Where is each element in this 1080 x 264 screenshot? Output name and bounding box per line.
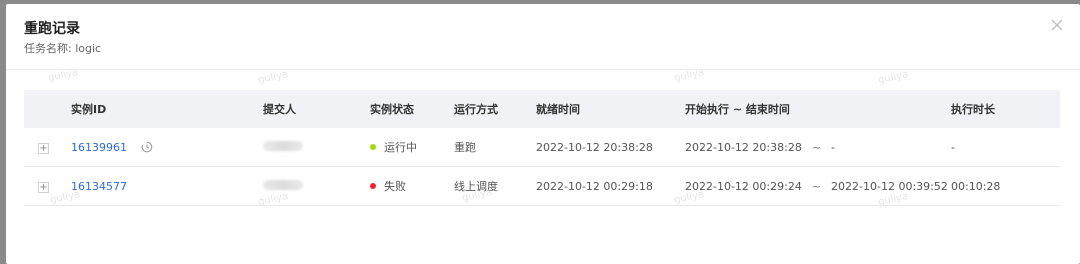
watermark: guliya bbox=[877, 68, 910, 87]
status-dot bbox=[370, 183, 376, 189]
status-text: 失败 bbox=[384, 180, 406, 193]
instance-id-link[interactable]: 16139961 bbox=[71, 141, 127, 154]
modal-title: 重跑记录 bbox=[24, 21, 80, 37]
start-end-time: 2022-10-12 20:38:28 ~ - bbox=[685, 141, 951, 154]
run-mode: 重跑 bbox=[454, 141, 476, 154]
instance-id-link[interactable]: 16134577 bbox=[71, 180, 127, 193]
time-separator: ~ bbox=[811, 140, 822, 154]
expand-row-button[interactable]: + bbox=[38, 142, 49, 154]
run-mode: 线上调度 bbox=[454, 180, 498, 193]
close-icon[interactable] bbox=[1050, 18, 1064, 32]
time-separator: ~ bbox=[811, 179, 822, 193]
expand-row-button[interactable]: + bbox=[38, 181, 49, 193]
duration: 00:10:28 bbox=[951, 179, 1001, 193]
table-header: 实例ID 提交人 实例状态 运行方式 就绪时间 开始执行 ~ 结束时间 执行时长 bbox=[24, 90, 1060, 128]
ready-time: 2022-10-12 00:29:18 bbox=[536, 179, 653, 193]
header-instance-status: 实例状态 bbox=[370, 103, 414, 116]
header-run-mode: 运行方式 bbox=[454, 103, 498, 116]
status-text: 运行中 bbox=[384, 141, 417, 154]
watermark: guliya bbox=[257, 68, 290, 87]
end-time: - bbox=[831, 140, 836, 154]
history-icon[interactable] bbox=[141, 141, 153, 153]
task-name-label: 任务名称: logic bbox=[24, 42, 102, 55]
submitter-blurred bbox=[263, 140, 303, 151]
header-start-end-time: 开始执行 ~ 结束时间 bbox=[685, 103, 790, 116]
header-submitter: 提交人 bbox=[263, 103, 296, 116]
start-end-time: 2022-10-12 00:29:24 ~2022-10-12 00:39:52 bbox=[685, 180, 951, 193]
ready-time: 2022-10-12 20:38:28 bbox=[536, 140, 653, 154]
rerun-records-table: 实例ID 提交人 实例状态 运行方式 就绪时间 开始执行 ~ 结束时间 执行时长… bbox=[24, 90, 1060, 206]
submitter-blurred bbox=[263, 179, 303, 190]
table-row: + 16139961 运行中 重跑 2022-10-12 20:38:28 20… bbox=[24, 128, 1060, 167]
modal-header: 重跑记录 任务名称: logic bbox=[6, 4, 1080, 70]
duration: - bbox=[951, 140, 955, 154]
rerun-records-modal: 重跑记录 任务名称: logic guliya guliya guliya gu… bbox=[6, 4, 1080, 264]
table-row: + 16134577 失败 线上调度 2022-10-12 00:29:18 2… bbox=[24, 167, 1060, 206]
end-time: 2022-10-12 00:39:52 bbox=[831, 179, 948, 193]
start-time: 2022-10-12 20:38:28 bbox=[685, 140, 802, 154]
header-ready-time: 就绪时间 bbox=[536, 103, 580, 116]
start-time: 2022-10-12 00:29:24 bbox=[685, 179, 802, 193]
header-instance-id: 实例ID bbox=[71, 103, 107, 116]
status-dot bbox=[370, 144, 376, 150]
header-duration: 执行时长 bbox=[951, 103, 995, 116]
